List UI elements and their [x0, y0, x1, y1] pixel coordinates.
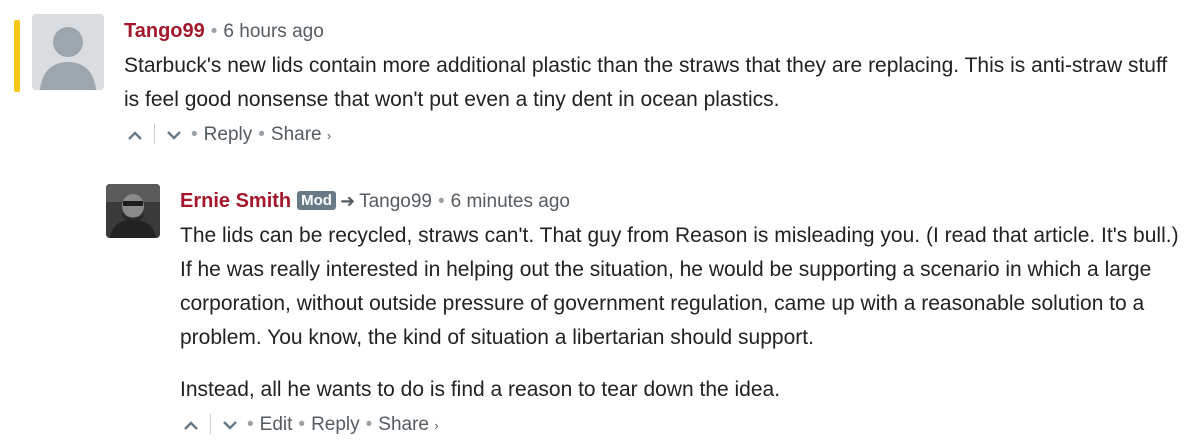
chevron-up-icon	[128, 131, 142, 140]
avatar[interactable]	[106, 184, 160, 238]
reply-button[interactable]: Reply	[311, 414, 360, 435]
chevron-right-icon: ›	[326, 128, 332, 143]
timestamp[interactable]: 6 hours ago	[223, 21, 323, 42]
vote-divider	[154, 124, 155, 144]
chevron-up-icon	[184, 421, 198, 430]
chevron-right-icon: ›	[434, 418, 439, 433]
user-photo-icon	[106, 184, 160, 238]
timestamp[interactable]: 6 minutes ago	[451, 191, 570, 212]
upvote-button[interactable]	[180, 407, 202, 443]
vote-divider	[210, 414, 211, 434]
comment-text: Starbuck's new lids contain more additio…	[124, 54, 1168, 111]
reply-button[interactable]: Reply	[204, 124, 253, 145]
chevron-down-icon	[223, 421, 237, 430]
default-avatar-icon	[32, 14, 104, 90]
share-label: Share	[270, 124, 322, 145]
mod-badge: Mod	[297, 191, 336, 210]
comment-body: Tango99 • 6 hours ago Starbuck's new lids …	[124, 14, 1182, 154]
edit-button[interactable]: Edit	[260, 414, 293, 435]
author-name[interactable]: Tango99	[124, 20, 205, 42]
comment-meta: Tango99 • 6 hours ago	[124, 20, 324, 42]
share-label: Share	[378, 414, 429, 435]
comment-actions: • Reply • Share ›	[124, 117, 1182, 154]
upvote-button[interactable]	[124, 117, 146, 153]
avatar[interactable]	[32, 14, 104, 90]
reply-to-user[interactable]: Tango99	[359, 191, 432, 212]
share-button[interactable]: Share ›	[378, 414, 438, 435]
downvote-button[interactable]	[219, 407, 241, 443]
comment-meta: Ernie Smith Mod ➜ Tango99 • 6 minutes ago	[180, 190, 570, 212]
comment-paragraph: Instead, all he wants to do is find a re…	[180, 378, 781, 401]
chevron-down-icon	[167, 131, 181, 140]
comment-body: Ernie Smith Mod ➜ Tango99 • 6 minutes ago The…	[180, 184, 1191, 444]
author-name[interactable]: Ernie Smith	[180, 190, 291, 212]
downvote-button[interactable]	[163, 117, 185, 153]
highlight-bar	[14, 20, 20, 92]
reply-arrow-icon: ➜	[339, 191, 356, 211]
share-button[interactable]: Share ›	[271, 124, 331, 145]
comment-actions: • Edit • Reply • Share ›	[180, 407, 1191, 444]
comment-paragraph: The lids can be recycled, straws can't. …	[180, 224, 1179, 349]
